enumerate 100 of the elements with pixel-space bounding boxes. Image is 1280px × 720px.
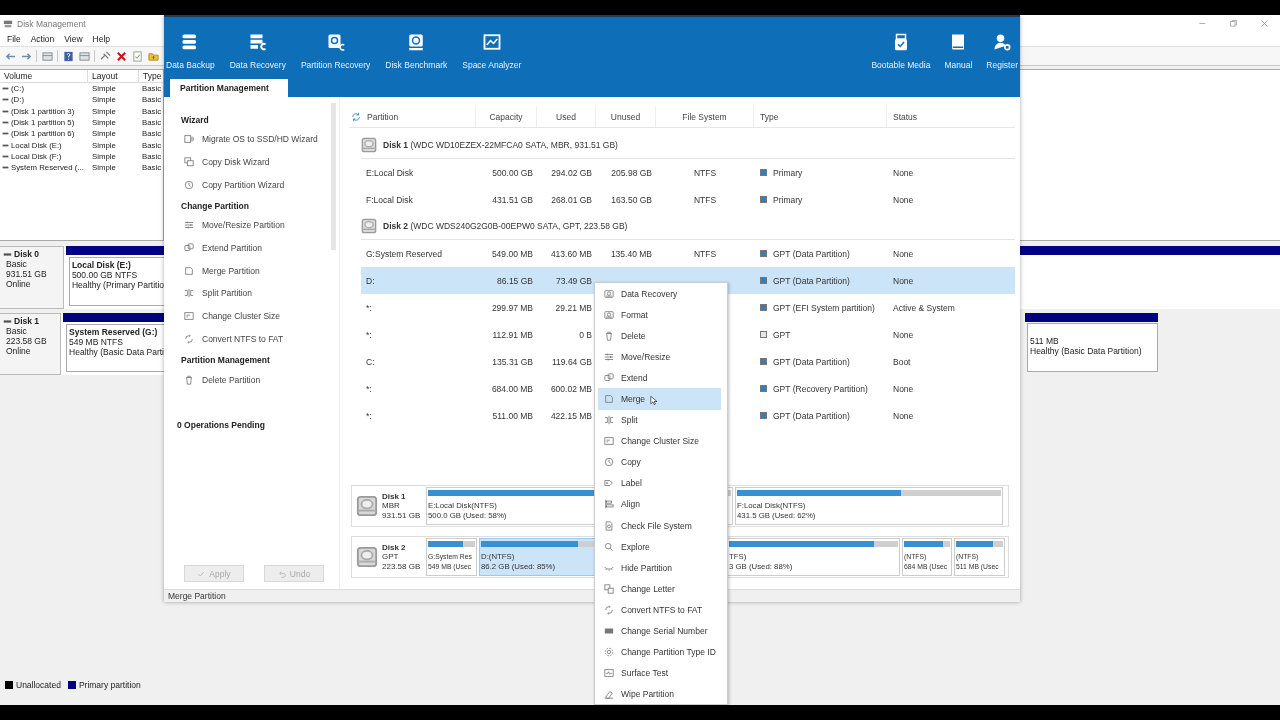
menu-item[interactable]: Hide Partition [598,557,721,579]
menu-item[interactable]: Data Recovery [598,283,721,305]
toolbar-button[interactable]: Bootable Media [871,33,931,79]
folder-icon [147,50,159,62]
table-cell: 431.51 GB [492,194,533,205]
toolbar-button[interactable]: Data Recovery [229,33,286,79]
toolbar-button[interactable] [41,50,53,62]
sidebar-item[interactable]: Merge Partition [181,259,331,283]
table-cell: 163.50 GB [611,194,652,205]
column-header[interactable]: Type [760,111,779,122]
toolbar-button[interactable]: Disk Benchmark [385,33,448,79]
column-header[interactable]: Unused [610,111,641,122]
column-header[interactable]: Type [139,70,163,82]
toolbar-button[interactable]: Manual [944,33,973,79]
disk-status: Online [6,279,32,289]
table-cell: C: [366,356,375,367]
menu-item[interactable]: Move/Resize [598,346,721,368]
toolbar-button[interactable] [78,50,90,62]
menu-item[interactable]: Copy [598,451,721,473]
disk-style: GPT [382,552,400,562]
table-cell: GPT (Data Partition) [773,248,850,259]
menu-item[interactable]: Merge [598,388,721,410]
menu-item[interactable]: Extend [598,367,721,389]
sliders-icon [604,351,614,362]
partition-block[interactable]: Local Disk (E:) 500.00 GB NTFS Healthy (Primary Partitio [68,257,164,306]
menu-item[interactable]: Change Cluster Size [598,430,721,452]
panel-icon [78,50,90,62]
sidebar-item[interactable]: Migrate OS to SSD/HD Wizard [181,128,331,151]
sidebar-item[interactable]: Copy Partition Wizard [181,173,331,197]
table-cell: None [893,383,914,394]
menu-item[interactable]: Align [598,493,721,516]
table-cell: 549.00 MB [491,248,533,259]
sidebar-item[interactable]: Delete Partition [181,368,331,391]
menu-item[interactable]: Wipe Partition [598,683,721,705]
column-header[interactable]: Capacity [489,111,523,122]
column-header[interactable]: Status [893,111,918,122]
menu-item[interactable]: Split [598,409,721,431]
toolbar-button[interactable]: Partition Recovery [300,33,371,79]
scrollbar-thumb[interactable] [331,103,336,250]
section-title: Change Partition [181,200,250,214]
menu-item[interactable]: Change Serial Number [598,620,721,642]
menu-item[interactable]: File [2,34,26,44]
toolbar-button[interactable]: Register [986,33,1018,79]
table-cell: NTFS [693,248,717,259]
menu-item[interactable]: View [59,34,88,44]
menu-item[interactable]: Change Letter [598,578,721,600]
menu-item[interactable]: Change Partition Type ID [598,641,721,663]
column-header[interactable]: File System [682,111,727,122]
sidebar-item[interactable]: Move/Resize Partition [181,214,331,237]
column-header[interactable]: Used [556,111,576,122]
sidebar-item[interactable]: Extend Partition [181,236,331,260]
menu-item[interactable]: Action [25,34,60,44]
close-icon [1260,19,1269,28]
table-cell: *: [366,329,372,340]
sidebar-item[interactable]: Change Cluster Size [181,304,331,328]
table-cell: 294.02 GB [551,167,592,178]
column-header[interactable]: Partition [367,111,399,122]
table-cell: 135.40 MB [610,248,652,259]
disk-type: Basic [6,259,28,269]
toolbar-button[interactable] [147,50,159,62]
disk-type: Basic [6,326,28,336]
menu-item[interactable]: Surface Test [598,662,721,684]
menu-item[interactable]: Help [87,34,116,44]
toolbar-button[interactable]: Data Backup [166,33,215,79]
column-header[interactable]: Layout [88,70,139,82]
table-cell: GPT (Data Partition) [773,275,850,286]
toolbar-button[interactable] [115,50,127,62]
chart-icon [482,33,501,51]
table-cell: GPT (Data Partition) [773,410,850,421]
window-icon [184,311,194,322]
partition-block[interactable]: 511 MB Healthy (Basic Data Partition) [1027,323,1158,372]
rectangle-icon [604,626,614,637]
table-cell: 86.15 GB [497,275,533,286]
menu-item[interactable]: Format [598,304,721,326]
disk-status: Online [6,346,32,356]
drive-icon [326,33,345,51]
tab[interactable]: Partition Management [170,79,288,97]
table-cell: 422.15 MB [550,410,592,421]
sidebar-item[interactable]: Convert NTFS to FAT [181,327,331,351]
toolbar-button[interactable]: Space Analyzer [462,33,522,79]
menu-item[interactable]: Explore [598,536,721,558]
table-cell: GPT (Recovery Partition) [773,383,868,394]
legend-label: Primary partition [78,679,141,690]
toolbar-button[interactable] [62,50,74,62]
partition-block[interactable]: System Reserved (G:) 549 MB NTFS Healthy (Basic Data Parti [66,324,164,372]
disk-size: 223.58 GB [382,561,421,572]
menu-item[interactable]: Delete [598,325,721,347]
column-header[interactable]: Volume [0,70,88,82]
sidebar-item[interactable]: Copy Disk Wizard [181,150,331,174]
toolbar-button[interactable] [99,50,111,62]
document-icon [604,520,614,531]
sidebar-item[interactable]: Split Partition [181,282,331,305]
disk-size: 931.51 GB [382,510,421,521]
table-cell: 684.00 MB [491,383,533,394]
gear-icon [604,647,614,658]
table-cell: 299.97 MB [491,302,533,313]
refresh-icon [351,111,361,122]
table-cell: 73.49 GB [556,275,592,286]
menu-item[interactable]: Convert NTFS to FAT [598,599,721,621]
sliders-icon [184,220,194,231]
